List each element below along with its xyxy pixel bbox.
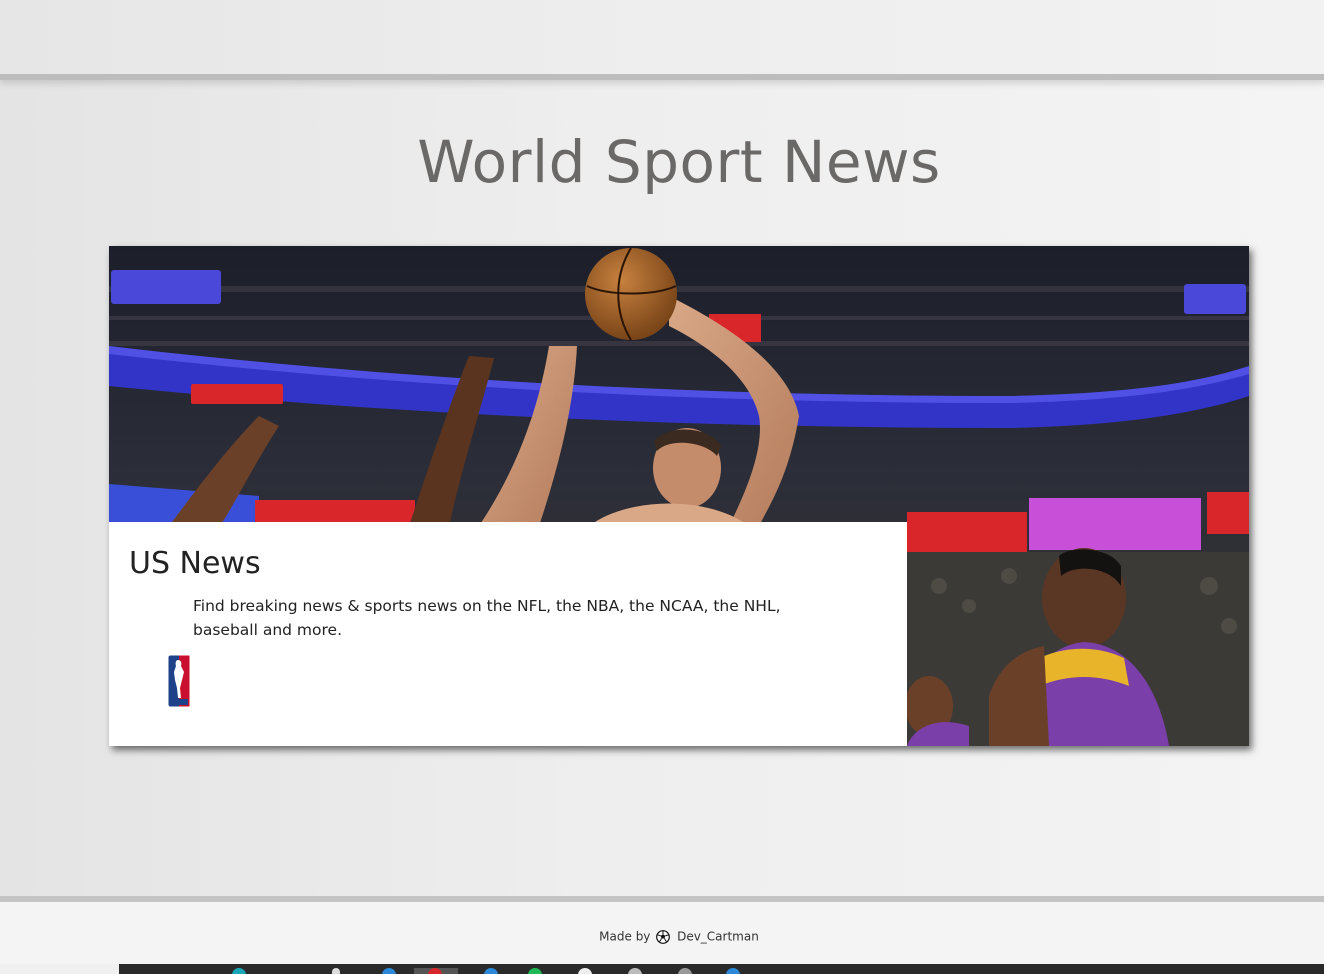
- footer-credit: Made by Dev_Cartman: [0, 929, 1324, 944]
- news-card-us[interactable]: US News Find breaking news & sports news…: [109, 246, 1249, 746]
- card-text-panel: US News Find breaking news & sports news…: [109, 522, 907, 746]
- footer: Made by Dev_Cartman: [0, 896, 1324, 970]
- card-description: Find breaking news & sports news on the …: [193, 597, 781, 639]
- soccer-ball-icon: [656, 929, 671, 944]
- taskbar-app-icon[interactable]: [232, 968, 246, 974]
- page-title: World Sport News: [417, 128, 941, 196]
- taskbar-app-icon[interactable]: [484, 968, 498, 974]
- os-taskbar: [0, 964, 1324, 974]
- taskbar-app-icon[interactable]: [678, 968, 692, 974]
- taskbar-app-icon[interactable]: [628, 968, 642, 974]
- taskbar-app-icon[interactable]: [332, 968, 340, 974]
- taskbar-app-icon[interactable]: [528, 968, 542, 974]
- top-navbar: [0, 0, 1324, 80]
- card-title[interactable]: US News: [129, 546, 261, 581]
- taskbar-app-icon[interactable]: [382, 968, 396, 974]
- taskbar-app-icon[interactable]: [726, 968, 740, 974]
- footer-made-by: Made by: [599, 929, 651, 944]
- footer-author-link[interactable]: Dev_Cartman: [677, 930, 759, 944]
- taskbar-app-icon[interactable]: [578, 968, 592, 974]
- nba-logo-icon: [167, 654, 191, 708]
- taskbar-search-area[interactable]: [0, 964, 119, 974]
- page: World Sport News US News Find breaking n…: [0, 0, 1324, 974]
